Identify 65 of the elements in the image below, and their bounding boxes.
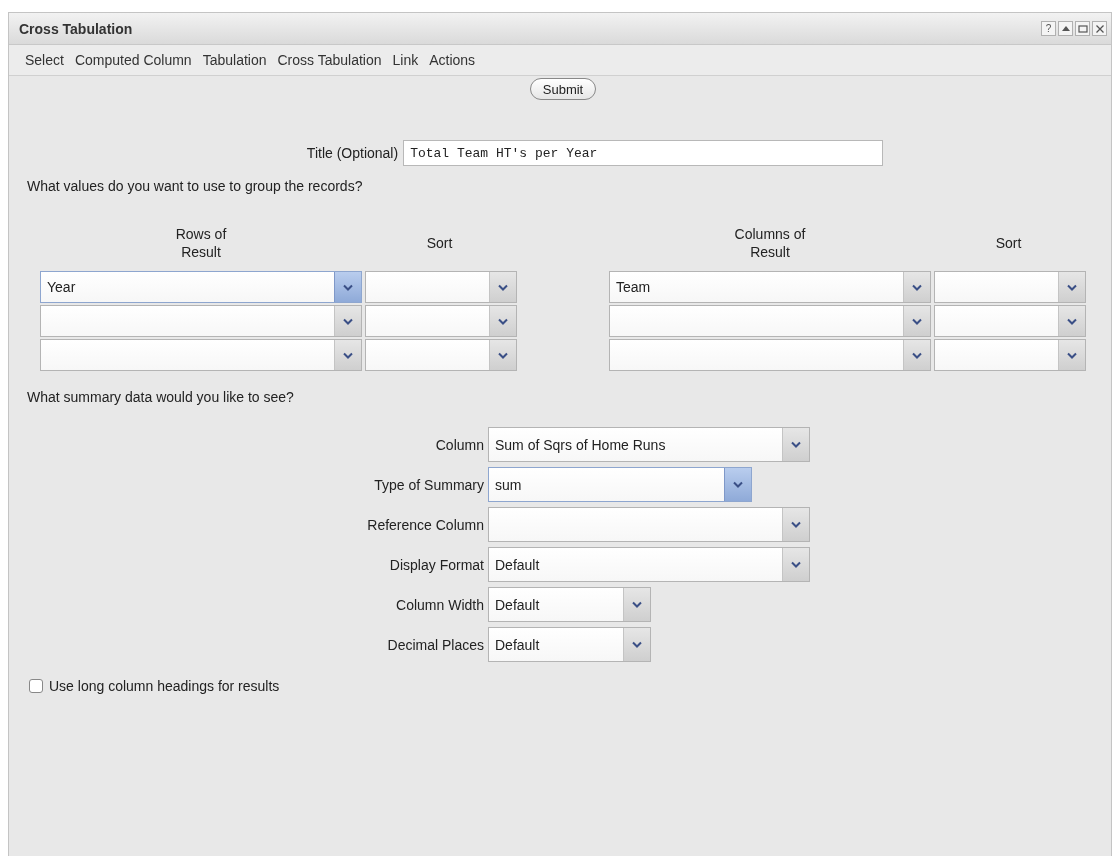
field-label: Reference Column	[366, 516, 484, 533]
menu-item[interactable]: Link	[392, 52, 419, 68]
dropdown[interactable]	[40, 305, 362, 337]
chevron-down-icon	[1067, 317, 1077, 325]
dropdown[interactable]	[40, 339, 362, 371]
dropdown[interactable]	[488, 507, 810, 542]
question-text: What summary data would you like to see?	[27, 389, 295, 405]
column-header: Rows of Result	[174, 224, 228, 261]
menu-item[interactable]: Computed Column	[74, 52, 192, 68]
dropdown[interactable]	[934, 271, 1086, 303]
menu-item[interactable]: Select	[25, 52, 64, 68]
field-label: Title (Optional)	[306, 145, 399, 161]
column-header: Sort	[994, 234, 1023, 251]
help-button[interactable]: ?	[1041, 21, 1056, 36]
question-text: What values do you want to use to group the records?	[27, 178, 364, 194]
field-label: Column	[434, 436, 484, 453]
chevron-down-icon	[343, 351, 353, 359]
chevron-down-icon	[791, 521, 801, 528]
chevron-down-icon	[632, 601, 642, 608]
close-button[interactable]	[1092, 21, 1107, 36]
square-icon	[1077, 23, 1088, 34]
chevron-down-icon	[632, 641, 642, 648]
chevron-down-icon	[912, 317, 922, 325]
column-header: Sort	[425, 234, 454, 251]
dropdown[interactable]	[365, 305, 517, 337]
dropdown[interactable]: Default	[488, 627, 651, 662]
chevron-down-icon	[791, 561, 801, 568]
menu-item[interactable]: Tabulation	[202, 52, 267, 68]
field-label: Decimal Places	[386, 636, 484, 653]
chevron-down-icon	[343, 283, 353, 291]
dropdown[interactable]	[934, 305, 1086, 337]
dropdown[interactable]	[365, 271, 517, 303]
chevron-down-icon	[912, 283, 922, 291]
field-label: Type of Summary	[373, 476, 484, 493]
submit-button[interactable]: Submit	[529, 78, 597, 100]
dropdown[interactable]	[609, 305, 931, 337]
checkbox[interactable]	[29, 679, 43, 693]
checkbox-label: Use long column headings for results	[49, 678, 280, 694]
dropdown[interactable]: sum	[488, 467, 752, 502]
chevron-down-icon	[791, 441, 801, 448]
close-icon	[1094, 23, 1105, 34]
dropdown[interactable]: Sum of Sqrs of Home Runs	[488, 427, 810, 462]
chevron-down-icon	[1067, 283, 1077, 291]
chevron-down-icon	[1067, 351, 1077, 359]
dropdown[interactable]: Team	[609, 271, 931, 303]
collapse-button[interactable]	[1058, 21, 1073, 36]
chevron-down-icon	[498, 351, 508, 359]
window-title: Cross Tabulation	[19, 20, 133, 37]
chevron-down-icon	[343, 317, 353, 325]
dropdown[interactable]	[609, 339, 931, 371]
chevron-down-icon	[912, 351, 922, 359]
chevron-down-icon	[498, 317, 508, 325]
field-label: Display Format	[388, 556, 484, 573]
column-header: Columns of Result	[733, 224, 807, 261]
dropdown[interactable]: Default	[488, 587, 651, 622]
menu-item[interactable]: Cross Tabulation	[277, 52, 382, 68]
chevron-down-icon	[498, 283, 508, 291]
menu-item[interactable]: Actions	[429, 52, 476, 68]
dropdown[interactable]: Year	[40, 271, 362, 303]
chevron-down-icon	[733, 481, 743, 488]
dropdown[interactable]	[934, 339, 1086, 371]
dropdown[interactable]: Default	[488, 547, 810, 582]
title-input-field[interactable]: Total Team HT's per Year	[403, 140, 884, 166]
dropdown[interactable]	[365, 339, 517, 371]
field-label: Column Width	[395, 596, 484, 613]
